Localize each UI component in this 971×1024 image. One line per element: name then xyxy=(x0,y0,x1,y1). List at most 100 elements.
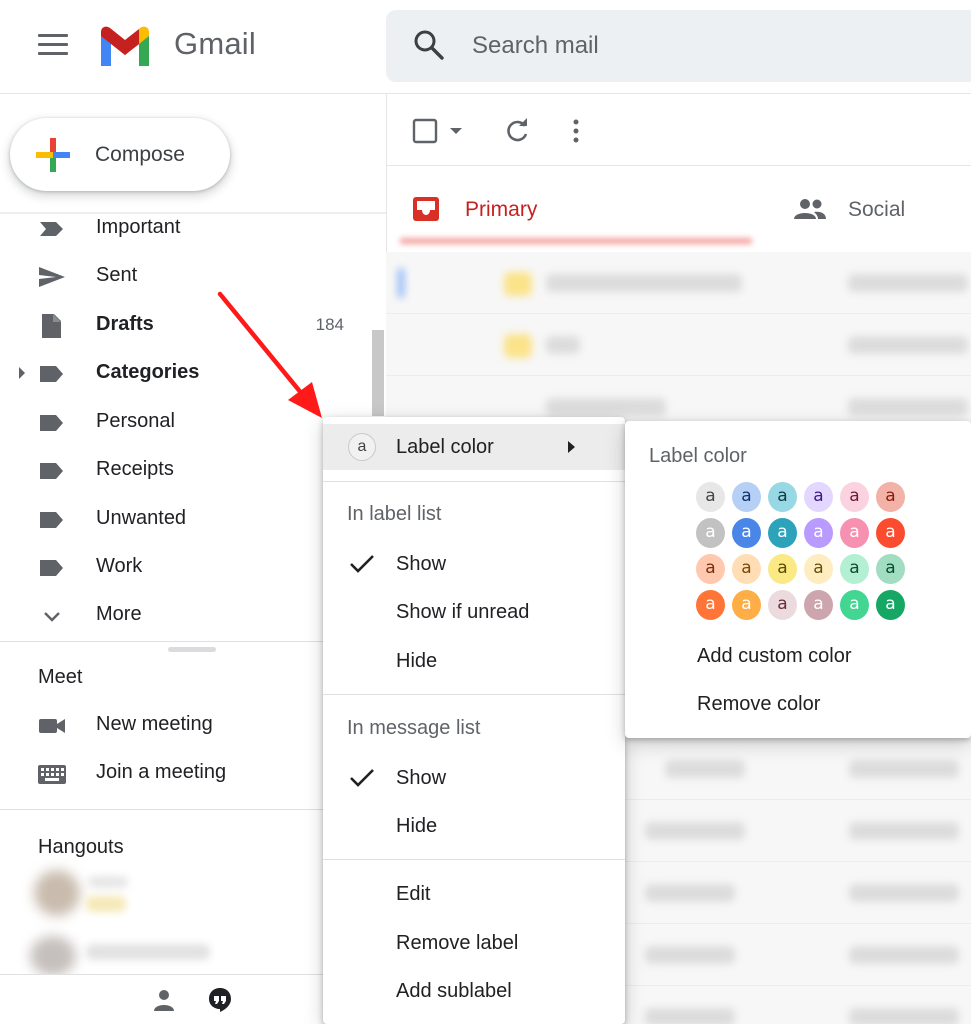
table-row[interactable] xyxy=(625,862,971,924)
people-icon xyxy=(794,199,826,219)
join-meeting-item[interactable]: Join a meeting xyxy=(0,752,370,796)
sidebar-item-label: Important xyxy=(96,216,181,238)
label-icon xyxy=(40,463,63,479)
toolbar-divider xyxy=(386,165,971,166)
color-swatch[interactable]: a xyxy=(876,590,905,620)
color-swatch[interactable]: a xyxy=(804,518,833,548)
gmail-logo[interactable] xyxy=(97,24,153,68)
color-swatch[interactable]: a xyxy=(840,554,869,584)
join-meeting-label: Join a meeting xyxy=(96,761,227,783)
sidebar-item-label: Personal xyxy=(96,410,175,432)
app-title: Gmail xyxy=(174,26,256,61)
label-icon xyxy=(40,512,63,528)
color-swatch[interactable]: a xyxy=(876,554,905,584)
remove-label-item[interactable]: Remove label xyxy=(323,920,625,966)
label-icon xyxy=(40,415,63,431)
sidebar-item-unwanted[interactable]: Unwanted xyxy=(0,498,370,542)
table-row[interactable] xyxy=(625,738,971,800)
label-list-show-item[interactable]: Show xyxy=(323,541,625,587)
person-icon[interactable] xyxy=(151,987,177,1013)
more-vert-icon[interactable] xyxy=(570,118,582,144)
hangouts-avatar[interactable] xyxy=(34,870,80,916)
menu-item-label: Edit xyxy=(396,883,431,905)
draft-icon xyxy=(42,314,61,338)
sidebar-item-work[interactable]: Work xyxy=(0,546,370,590)
color-swatch[interactable]: a xyxy=(768,554,797,584)
color-swatch[interactable]: a xyxy=(696,590,725,620)
sidebar-item-important[interactable]: Important xyxy=(0,207,370,251)
tab-primary[interactable]: Primary xyxy=(465,198,537,222)
hangouts-contact-name xyxy=(86,944,210,960)
color-swatch[interactable]: a xyxy=(768,590,797,620)
resize-handle[interactable] xyxy=(168,647,216,652)
send-icon xyxy=(39,267,65,287)
in-label-list-header: In label list xyxy=(347,503,442,525)
new-meeting-item[interactable]: New meeting xyxy=(0,704,370,748)
video-camera-icon xyxy=(39,719,65,733)
tab-social[interactable]: Social xyxy=(848,198,905,222)
hangouts-icon[interactable] xyxy=(207,987,233,1013)
message-list-hide-item[interactable]: Hide xyxy=(323,803,625,849)
table-row[interactable] xyxy=(386,252,971,314)
compose-button[interactable]: Compose xyxy=(10,118,230,191)
remove-color-button[interactable]: Remove color xyxy=(697,693,820,716)
search-placeholder: Search mail xyxy=(472,32,599,59)
main-menu-icon[interactable] xyxy=(38,34,68,56)
color-swatch[interactable]: a xyxy=(804,482,833,512)
color-swatch[interactable]: a xyxy=(840,482,869,512)
color-swatch[interactable]: a xyxy=(804,590,833,620)
hangouts-section-title: Hangouts xyxy=(38,836,124,858)
color-swatch[interactable]: a xyxy=(840,518,869,548)
color-swatch[interactable]: a xyxy=(804,554,833,584)
sidebar-item-label: Unwanted xyxy=(96,507,187,529)
table-row[interactable] xyxy=(625,800,971,862)
color-swatch-grid: aaaaaaaaaaaaaaaaaaaaaaaa xyxy=(696,482,912,626)
color-swatch[interactable]: a xyxy=(696,554,725,584)
message-list-show-item[interactable]: Show xyxy=(323,755,625,801)
color-swatch[interactable]: a xyxy=(840,590,869,620)
label-icon xyxy=(40,560,63,576)
color-swatch[interactable]: a xyxy=(732,554,761,584)
refresh-icon[interactable] xyxy=(504,118,530,144)
sidebar-item-label: Work xyxy=(96,555,143,577)
label-color-menu-item[interactable]: a Label color xyxy=(323,424,625,470)
table-row[interactable] xyxy=(386,314,971,376)
search-icon[interactable] xyxy=(412,28,446,62)
menu-item-label: Hide xyxy=(396,815,438,837)
inbox-icon xyxy=(413,197,439,221)
add-sublabel-item[interactable]: Add sublabel xyxy=(323,968,625,1014)
check-icon xyxy=(350,555,374,573)
select-checkbox[interactable] xyxy=(412,118,464,144)
annotation-arrow xyxy=(217,291,322,418)
caret-right-icon[interactable] xyxy=(18,366,26,380)
submenu-arrow-icon xyxy=(568,441,575,453)
label-list-hide-item[interactable]: Hide xyxy=(323,638,625,684)
tab-active-indicator xyxy=(400,238,752,244)
sidebar-item-more[interactable]: More xyxy=(0,594,370,638)
color-swatch[interactable]: a xyxy=(696,518,725,548)
table-row[interactable] xyxy=(625,986,971,1024)
color-swatch[interactable]: a xyxy=(768,518,797,548)
label-list-show-if-unread-item[interactable]: Show if unread xyxy=(323,589,625,635)
menu-item-label: Label color xyxy=(396,436,494,458)
menu-item-label: Add sublabel xyxy=(396,980,512,1002)
label-color-submenu: Label color aaaaaaaaaaaaaaaaaaaaaaaa Add… xyxy=(625,421,971,738)
color-swatch[interactable]: a xyxy=(768,482,797,512)
sidebar-scrollbar[interactable] xyxy=(372,330,384,416)
edit-label-item[interactable]: Edit xyxy=(323,871,625,917)
sidebar-item-receipts[interactable]: Receipts xyxy=(0,449,370,493)
menu-divider xyxy=(323,481,625,482)
hangouts-avatar[interactable] xyxy=(30,936,76,976)
table-row[interactable] xyxy=(625,924,971,986)
menu-item-label: Hide xyxy=(396,650,438,672)
color-swatch[interactable]: a xyxy=(732,518,761,548)
sidebar-item-label: Categories xyxy=(96,361,200,383)
add-custom-color-button[interactable]: Add custom color xyxy=(697,645,852,668)
color-swatch[interactable]: a xyxy=(732,590,761,620)
important-icon xyxy=(40,222,63,236)
color-swatch[interactable]: a xyxy=(876,482,905,512)
label-context-menu: a Label color In label list Show Show if… xyxy=(323,417,625,1024)
color-swatch[interactable]: a xyxy=(732,482,761,512)
color-swatch[interactable]: a xyxy=(876,518,905,548)
color-swatch[interactable]: a xyxy=(696,482,725,512)
